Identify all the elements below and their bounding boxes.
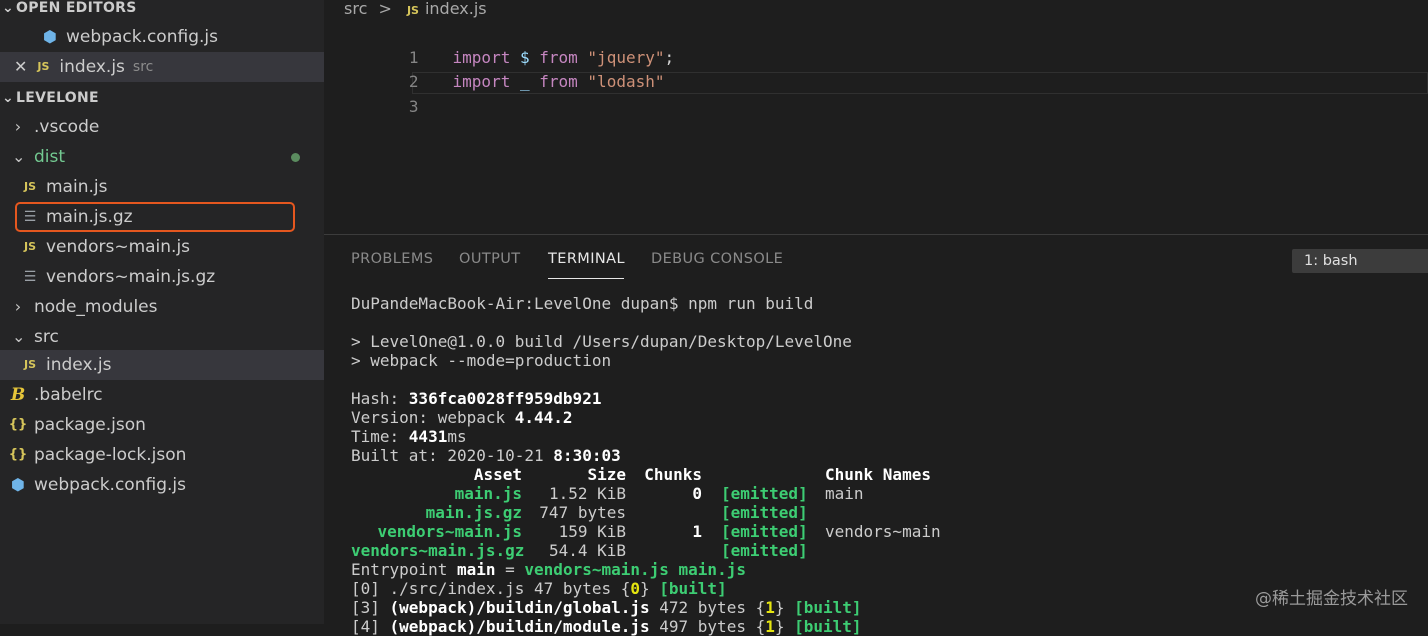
- terminal-output[interactable]: DuPandeMacBook-Air:LevelOne dupan$ npm r…: [351, 294, 941, 636]
- tree-item-webpack-config[interactable]: ⬢ webpack.config.js: [0, 470, 324, 500]
- terminal-script-line: > LevelOne@1.0.0 build /Users/dupan/Desk…: [351, 332, 852, 351]
- terminal-asset-row: main.js.gz 747 bytes [emitted]: [425, 503, 808, 522]
- terminal-asset-row: vendors~main.js.gz 54.4 KiB [emitted]: [351, 541, 808, 560]
- babel-icon: B: [10, 385, 26, 405]
- webpack-icon: ⬢: [43, 27, 57, 46]
- terminal-module-line: [0] ./src/index.js 47 bytes {0} [built]: [351, 579, 727, 598]
- terminal-asset-row: main.js 1.52 KiB 0 [emitted] main: [454, 484, 864, 503]
- chevron-down-icon: ⌄: [12, 327, 26, 346]
- tab-terminal[interactable]: TERMINAL: [548, 251, 625, 267]
- terminal-hash: Hash: 336fca0028ff959db921: [351, 389, 602, 408]
- code-line-2: 2 import _ from "lodash": [408, 72, 665, 91]
- chevron-down-icon: ⌄: [2, 90, 15, 106]
- active-tab-indicator: [548, 278, 624, 279]
- js-file-icon: JS: [23, 240, 36, 253]
- explorer-sidebar: ⌄ OPEN EDITORS ⬢ webpack.config.js ✕ JS inde…: [0, 0, 324, 624]
- chevron-down-icon: ⌄: [12, 147, 26, 166]
- tree-item-vscode[interactable]: › .vscode: [0, 112, 324, 142]
- code-line-3: 3: [408, 97, 419, 116]
- terminal-version: Version: webpack 4.44.2: [351, 408, 573, 427]
- js-file-icon: JS: [37, 60, 50, 73]
- breadcrumb: src > JS index.js: [344, 0, 487, 18]
- open-editor-index-js[interactable]: ✕ JS index.js src: [0, 52, 324, 82]
- close-icon[interactable]: ✕: [14, 57, 27, 76]
- tree-item-vendors-main-js[interactable]: JS vendors~main.js: [0, 232, 324, 262]
- chevron-down-icon: ⌄: [2, 0, 15, 16]
- tree-item-package-json[interactable]: {} package.json: [0, 410, 324, 440]
- chevron-right-icon: ›: [14, 297, 22, 316]
- breadcrumb-folder[interactable]: src: [344, 0, 367, 18]
- breadcrumb-file[interactable]: index.js: [425, 0, 487, 18]
- terminal-prompt: DuPandeMacBook-Air:LevelOne dupan$ npm r…: [351, 294, 814, 313]
- tree-item-node-modules[interactable]: › node_modules: [0, 292, 324, 322]
- terminal-asset-row: vendors~main.js 159 KiB 1 [emitted] vendors~…: [377, 522, 941, 541]
- project-header[interactable]: ⌄ LEVELONE: [0, 85, 324, 111]
- tree-item-main-js[interactable]: JS main.js: [0, 172, 324, 202]
- js-file-icon: JS: [23, 180, 36, 193]
- tree-item-dist[interactable]: ⌄ dist: [0, 142, 324, 172]
- tree-item-src[interactable]: ⌄ src: [0, 322, 324, 352]
- terminal-module-line: [4] (webpack)/buildin/module.js 497 byte…: [351, 617, 862, 636]
- tree-item-vendors-main-js-gz[interactable]: ☰ vendors~main.js.gz: [0, 262, 324, 292]
- terminal-time: Time: 4431ms: [351, 427, 467, 446]
- watermark: @稀土掘金技术社区: [1255, 589, 1408, 609]
- modified-dot: [291, 153, 300, 162]
- highlight-box: [15, 202, 295, 232]
- open-editor-webpack-config[interactable]: ⬢ webpack.config.js: [0, 22, 324, 52]
- tree-item-package-lock-json[interactable]: {} package-lock.json: [0, 440, 324, 470]
- webpack-icon: ⬢: [11, 475, 25, 494]
- terminal-entrypoint: Entrypoint main = vendors~main.js main.j…: [351, 560, 746, 579]
- terminal-select[interactable]: 1: bash: [1292, 249, 1428, 273]
- open-editors-header[interactable]: ⌄ OPEN EDITORS: [0, 0, 324, 21]
- json-icon: {}: [8, 447, 28, 462]
- json-icon: {}: [8, 417, 28, 432]
- tab-debug-console[interactable]: DEBUG CONSOLE: [651, 251, 783, 267]
- tab-output[interactable]: OUTPUT: [459, 251, 521, 267]
- tab-problems[interactable]: PROBLEMS: [351, 251, 433, 267]
- js-file-icon: JS: [23, 358, 36, 371]
- terminal-asset-header: Asset Size Chunks Chunk Names: [473, 465, 931, 484]
- terminal-module-line: [3] (webpack)/buildin/global.js 472 byte…: [351, 598, 862, 617]
- bottom-panel: PROBLEMS OUTPUT TERMINAL DEBUG CONSOLE 1…: [324, 234, 1428, 636]
- breadcrumb-separator: >: [378, 0, 392, 18]
- js-file-icon: JS: [406, 4, 419, 17]
- terminal-built-at: Built at: 2020-10-21 8:30:03: [351, 446, 621, 465]
- tree-item-babelrc[interactable]: B .babelrc: [0, 380, 324, 410]
- terminal-script-line: > webpack --mode=production: [351, 351, 612, 370]
- code-editor[interactable]: src > JS index.js 1 import $ from "jquery"…: [324, 0, 1428, 234]
- chevron-right-icon: ›: [14, 117, 22, 136]
- text-file-icon: ☰: [23, 269, 37, 285]
- code-line-1: 1 import $ from "jquery";: [408, 48, 675, 67]
- tree-item-index-js[interactable]: JS index.js: [0, 350, 324, 380]
